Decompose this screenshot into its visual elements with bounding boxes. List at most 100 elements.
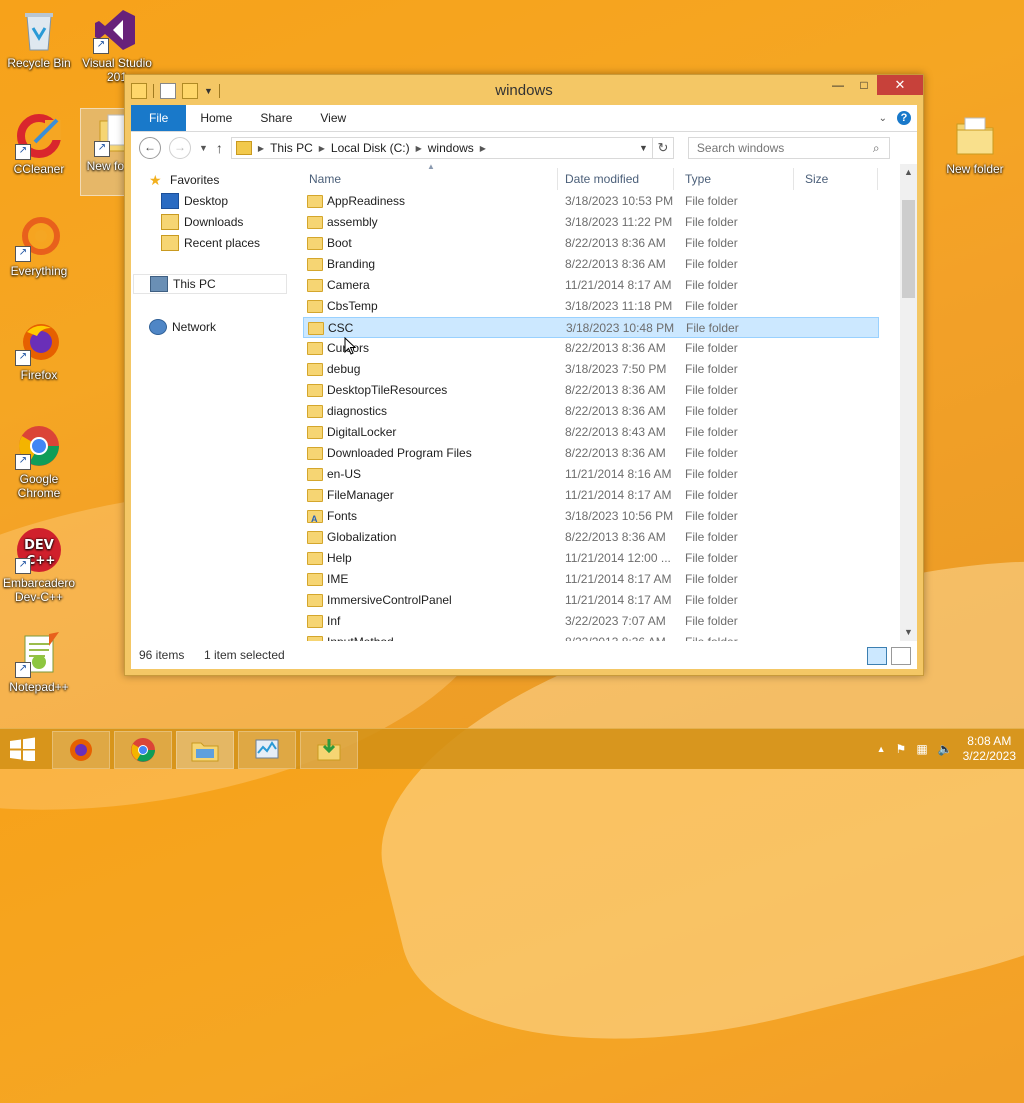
forward-button[interactable]: →	[169, 137, 191, 159]
back-button[interactable]: ←	[139, 137, 161, 159]
breadcrumb-windows[interactable]: windows	[428, 141, 474, 155]
minimize-button[interactable]: —	[825, 75, 851, 95]
file-row[interactable]: debug 3/18/2023 7:50 PM File folder	[303, 359, 879, 380]
refresh-button[interactable]: ↻	[652, 137, 674, 159]
tab-view[interactable]: View	[306, 105, 360, 131]
expand-ribbon-icon[interactable]: ⌄	[879, 113, 887, 124]
nav-this-pc[interactable]: This PC	[133, 274, 287, 294]
taskbar-chrome[interactable]	[114, 731, 172, 769]
file-name: CSC	[328, 321, 354, 335]
nav-downloads[interactable]: Downloads	[161, 212, 243, 232]
nav-network[interactable]: Network	[149, 317, 216, 337]
taskbar-task-manager[interactable]	[238, 731, 296, 769]
taskbar-file-explorer[interactable]	[176, 731, 234, 769]
column-header-name[interactable]: Name	[303, 168, 558, 190]
folder-icon	[307, 573, 323, 586]
address-bar[interactable]: ▶ This PC ▶ Local Disk (C:) ▶ windows ▶ …	[230, 137, 653, 159]
start-button[interactable]	[6, 737, 38, 762]
up-button[interactable]: ↑	[216, 140, 223, 156]
vertical-scrollbar[interactable]: ▲ ▼	[900, 164, 917, 641]
help-icon[interactable]: ?	[897, 111, 911, 125]
file-type: File folder	[685, 278, 738, 292]
everything-icon: ↗	[15, 214, 63, 262]
show-hidden-icons-icon[interactable]: ▲	[877, 744, 886, 754]
file-row[interactable]: assembly 3/18/2023 11:22 PM File folder	[303, 212, 879, 233]
file-row[interactable]: IME 11/21/2014 8:17 AM File folder	[303, 569, 879, 590]
desktop-icon-dev-cpp[interactable]: DEV C++ ↗ Embarcadero Dev-C++	[2, 526, 76, 604]
file-name: Boot	[327, 236, 352, 250]
scroll-up-icon[interactable]: ▲	[900, 164, 917, 181]
column-header-type[interactable]: Type	[679, 168, 794, 190]
maximize-button[interactable]: □	[851, 75, 877, 95]
breadcrumb-separator-icon[interactable]: ▶	[416, 144, 422, 153]
file-list[interactable]: ▲ Name Date modified Type Size AppReadin…	[303, 162, 917, 641]
nav-favorites[interactable]: ★ Favorites	[149, 170, 219, 190]
taskbar-app[interactable]	[300, 731, 358, 769]
search-icon[interactable]: ⌕	[873, 141, 889, 156]
large-icons-view-button[interactable]	[891, 647, 911, 665]
clock[interactable]: 8:08 AM 3/22/2023	[963, 734, 1016, 764]
volume-muted-icon[interactable]: 🔈	[938, 742, 953, 756]
folder-icon	[307, 216, 323, 229]
scrollbar-thumb[interactable]	[902, 200, 915, 298]
file-row[interactable]: Cursors8/22/2013 8:36 AMFile folder	[303, 338, 879, 359]
file-row[interactable]: diagnostics 8/22/2013 8:36 AM File folder	[303, 401, 879, 422]
scroll-down-icon[interactable]: ▼	[900, 624, 917, 641]
file-row[interactable]: Camera 11/21/2014 8:17 AM File folder	[303, 275, 879, 296]
nav-desktop[interactable]: Desktop	[161, 191, 228, 211]
file-row[interactable]: AppReadiness 3/18/2023 10:53 PM File folde…	[303, 191, 879, 212]
breadcrumb-this-pc[interactable]: This PC	[270, 141, 313, 155]
details-view-button[interactable]	[867, 647, 887, 665]
folder-icon	[307, 426, 323, 439]
tab-file[interactable]: File	[131, 105, 187, 131]
file-row[interactable]: DesktopTileResources 8/22/2013 8:36 AM Fil…	[303, 380, 879, 401]
tab-home[interactable]: Home	[186, 105, 246, 131]
file-row[interactable]: Boot 8/22/2013 8:36 AM File folder	[303, 233, 879, 254]
file-row[interactable]: Help 11/21/2014 12:00 ... File folder	[303, 548, 879, 569]
flag-icon[interactable]: ⚑	[896, 742, 907, 756]
file-row[interactable]: en-US 11/21/2014 8:16 AM File folder	[303, 464, 879, 485]
search-box[interactable]: ⌕	[687, 137, 890, 159]
breadcrumb-separator-icon[interactable]: ▶	[480, 144, 486, 153]
file-row[interactable]: Fonts 3/18/2023 10:56 PM File folder	[303, 506, 879, 530]
desktop-icon-google-chrome[interactable]: ↗ Google Chrome	[2, 422, 76, 500]
file-row[interactable]: Globalization 8/22/2013 8:36 AM File folde…	[303, 527, 879, 548]
file-row[interactable]: Inf 3/22/2023 7:07 AM File folder	[303, 611, 879, 632]
desktop-icon-everything[interactable]: ↗ Everything	[2, 214, 76, 278]
breadcrumb-local-disk[interactable]: Local Disk (C:)	[331, 141, 410, 155]
desktop-icon-notepad-plus-plus[interactable]: ↗ Notepad++	[2, 630, 76, 694]
file-row[interactable]: DigitalLocker 8/22/2013 8:43 AM File folde…	[303, 422, 879, 443]
explorer-window[interactable]: ▼ windows — □ ✕ File Home Share View ⌄ ?…	[124, 74, 924, 676]
desktop-icon-recycle-bin[interactable]: Recycle Bin	[2, 6, 76, 70]
search-input[interactable]	[688, 140, 873, 156]
file-row[interactable]: Branding 8/22/2013 8:36 AM File folder	[303, 254, 879, 275]
folder-icon	[307, 552, 323, 565]
close-button[interactable]: ✕	[877, 75, 923, 95]
nav-recent-places[interactable]: Recent places	[161, 233, 260, 253]
file-name: diagnostics	[327, 404, 388, 418]
file-row[interactable]: InputMethod 8/22/2013 8:36 AM File folder	[303, 632, 879, 641]
column-header-date-modified[interactable]: Date modified	[559, 168, 674, 190]
address-dropdown-icon[interactable]: ▼	[639, 143, 648, 153]
file-row[interactable]: FileManager 11/21/2014 8:17 AM File folder	[303, 485, 879, 506]
desktop-icon-new-folder[interactable]: New folder	[938, 112, 1012, 176]
file-type: File folder	[686, 321, 739, 335]
breadcrumb-separator-icon[interactable]: ▶	[319, 144, 325, 153]
file-row[interactable]: ImmersiveControlPanel 11/21/2014 8:17 AM F…	[303, 590, 879, 611]
recent-locations-dropdown[interactable]: ▼	[199, 143, 208, 153]
file-date-modified: 8/22/2013 8:36 AM	[565, 257, 666, 271]
file-row[interactable]: CbsTemp 3/18/2023 11:18 PM File folder	[303, 296, 879, 317]
taskbar-firefox[interactable]	[52, 731, 110, 769]
desktop-icon-firefox[interactable]: ↗ Firefox	[2, 318, 76, 382]
file-row[interactable]: CSC 3/18/2023 10:48 PM File folder	[303, 317, 879, 338]
column-header-size[interactable]: Size	[799, 168, 878, 190]
file-row[interactable]: Downloaded Program Files 8/22/2013 8:36 A…	[303, 443, 879, 464]
shortcut-arrow-icon: ↗	[15, 246, 31, 262]
desktop-icon-visual-studio[interactable]: ↗ Visual Studio 201	[80, 6, 154, 84]
network-status-icon[interactable]: ▦	[916, 742, 927, 756]
breadcrumb-separator-icon[interactable]: ▶	[258, 144, 264, 153]
desktop-icon-ccleaner[interactable]: ↗ CCleaner	[2, 112, 76, 176]
title-bar[interactable]: ▼ windows — □ ✕	[125, 75, 923, 105]
file-type: File folder	[685, 572, 738, 586]
tab-share[interactable]: Share	[246, 105, 306, 131]
